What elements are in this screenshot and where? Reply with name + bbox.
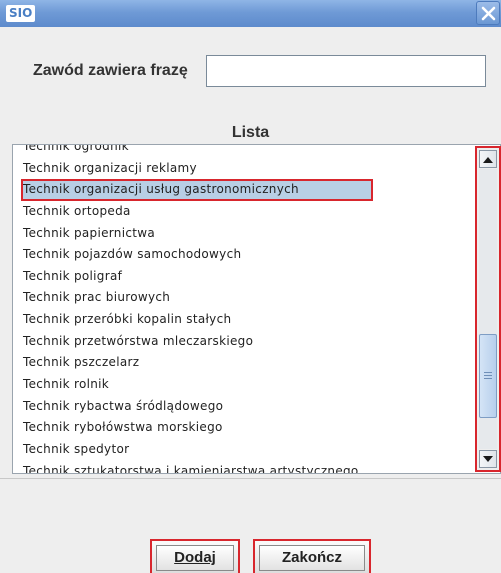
scroll-track[interactable] — [479, 169, 497, 449]
list-items-container: Technik ogrodnik Technik organizacji rekl… — [13, 145, 476, 473]
list-item[interactable]: Technik prac biurowych — [13, 287, 476, 309]
app-logo: SIO — [6, 5, 36, 22]
close-icon — [481, 6, 496, 21]
list-item[interactable]: Technik ogrodnik — [13, 145, 476, 158]
finish-button-label: Zakończ — [281, 549, 342, 566]
arrow-up-icon — [483, 157, 493, 163]
finish-button[interactable]: Zakończ — [253, 539, 371, 573]
list-item[interactable]: Technik rolnik — [13, 374, 476, 396]
thumb-grip-icon — [484, 372, 492, 381]
separator — [0, 478, 501, 479]
list-item[interactable]: Technik rybactwa śródlądowego — [13, 396, 476, 418]
list-item[interactable]: Technik organizacji reklamy — [13, 158, 476, 180]
phrase-search-input[interactable] — [206, 55, 486, 87]
list-item[interactable]: Technik ortopeda — [13, 201, 476, 223]
list-item[interactable]: Technik rybołówstwa morskiego — [13, 417, 476, 439]
title-bar[interactable]: SIO — [0, 0, 501, 27]
add-button-label: Dodaj — [174, 549, 216, 566]
list-item[interactable]: Technik papiernictwa — [13, 223, 476, 245]
arrow-down-icon — [483, 456, 493, 462]
scroll-thumb[interactable] — [479, 334, 497, 418]
list-item-selected[interactable]: Technik organizacji usług gastronomiczny… — [21, 179, 373, 201]
list-header: Lista — [231, 124, 270, 141]
list-item[interactable]: Technik przeróbki kopalin stałych — [13, 309, 476, 331]
list-item[interactable]: Technik pojazdów samochodowych — [13, 244, 476, 266]
list-scrollbar[interactable] — [475, 146, 501, 472]
list-item[interactable]: Technik sztukatorstwa i kamieniarstwa ar… — [13, 461, 476, 473]
scroll-up-button[interactable] — [479, 150, 497, 168]
filter-label: Zawód zawiera frazę — [33, 62, 188, 79]
scroll-down-button[interactable] — [479, 450, 497, 468]
list-item[interactable]: Technik przetwórstwa mleczarskiego — [13, 331, 476, 353]
list-item[interactable]: Technik pszczelarz — [13, 352, 476, 374]
profession-list[interactable]: Technik ogrodnik Technik organizacji rekl… — [12, 144, 501, 474]
list-item[interactable]: Technik spedytor — [13, 439, 476, 461]
close-button[interactable] — [476, 1, 500, 25]
add-button[interactable]: Dodaj — [150, 539, 240, 573]
list-item[interactable]: Technik poligraf — [13, 266, 476, 288]
dialog-window: SIO Zawód zawiera frazę Lista Technik og… — [0, 0, 501, 573]
